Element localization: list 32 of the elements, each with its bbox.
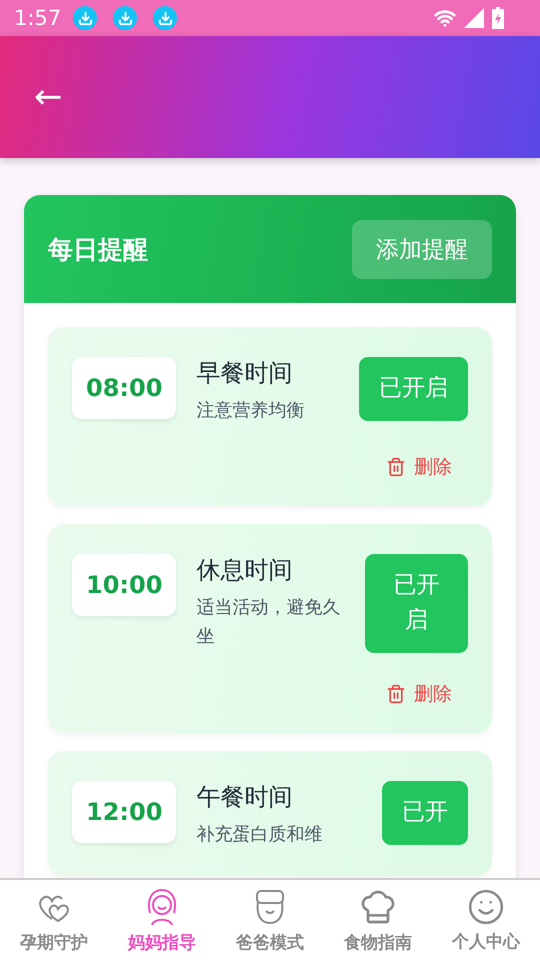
nav-tab[interactable]: 食物指南	[324, 880, 432, 960]
time-label: 10:00	[72, 554, 176, 616]
toggle-button[interactable]: 已开	[382, 781, 468, 845]
reminder-title: 早餐时间	[196, 358, 294, 389]
reminder-title: 休息时间	[196, 554, 294, 586]
reminder-description: 注意营养均衡	[196, 399, 304, 423]
reminder-description: 补充蛋白质和维	[196, 823, 322, 848]
time-label: 12:00	[72, 781, 176, 844]
download-icon	[113, 6, 138, 30]
signal-icon	[464, 8, 484, 28]
toggle-button[interactable]: 已开启	[364, 554, 468, 654]
delete-button[interactable]: 删除	[386, 681, 452, 708]
card-title: 每日提醒	[48, 234, 148, 266]
download-icon	[73, 6, 98, 30]
battery-icon	[492, 7, 504, 29]
status-time: 1:57	[14, 6, 62, 30]
trash-icon	[386, 684, 406, 704]
back-button[interactable]: ←	[34, 77, 62, 117]
nav-tab[interactable]: 爸爸模式	[216, 880, 324, 960]
nav-tab[interactable]: 孕期守护	[0, 880, 108, 960]
trash-icon	[386, 456, 406, 477]
smile-icon	[467, 888, 505, 926]
reminder-title: 午餐时间	[196, 782, 294, 814]
delete-button[interactable]: 删除	[386, 454, 452, 480]
download-icon	[153, 6, 178, 30]
reminder-description: 适当活动，避免久坐	[196, 596, 342, 649]
toggle-button[interactable]: 已开启	[359, 357, 468, 421]
add-reminder-button[interactable]: 添加提醒	[352, 220, 492, 278]
wifi-icon	[434, 7, 456, 29]
time-label: 08:00	[72, 357, 176, 419]
nav-tab[interactable]: 妈妈指导	[108, 880, 216, 960]
nav-tab[interactable]: 个人中心	[432, 880, 540, 960]
